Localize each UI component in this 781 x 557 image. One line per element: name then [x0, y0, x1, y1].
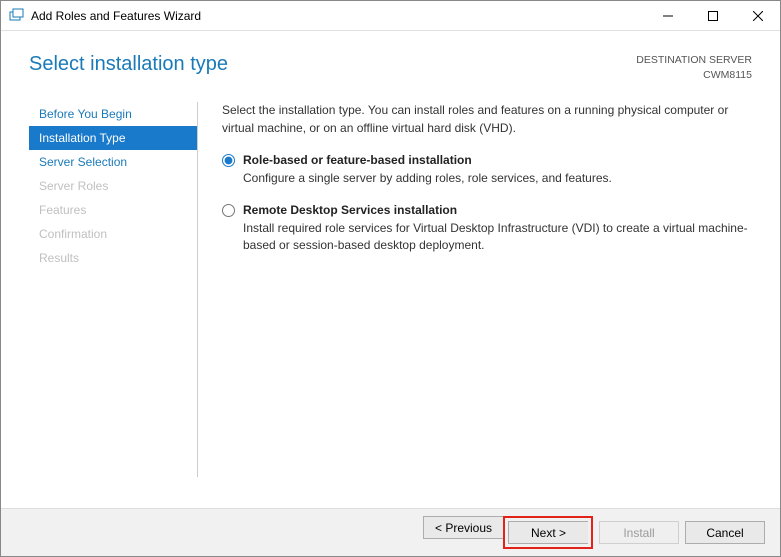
footer-bar: < Previous Next > Install Cancel: [1, 508, 780, 556]
next-button-highlight: Next >: [503, 516, 593, 549]
title-bar: Add Roles and Features Wizard: [1, 1, 780, 31]
destination-label: DESTINATION SERVER: [636, 53, 752, 68]
sidebar-item-server-roles: Server Roles: [29, 174, 197, 198]
page-title: Select installation type: [29, 53, 228, 76]
destination-block: DESTINATION SERVER CWM8115: [636, 53, 752, 82]
sidebar-item-before-you-begin[interactable]: Before You Begin: [29, 102, 197, 126]
destination-server-name: CWM8115: [636, 68, 752, 83]
previous-button[interactable]: < Previous: [423, 516, 503, 539]
minimize-button[interactable]: [645, 1, 690, 30]
option-role-based[interactable]: Role-based or feature-based installation…: [222, 153, 750, 187]
window-title: Add Roles and Features Wizard: [31, 9, 645, 23]
content-area: Before You Begin Installation Type Serve…: [1, 92, 780, 477]
sidebar-item-installation-type[interactable]: Installation Type: [29, 126, 197, 150]
nav-button-group: < Previous Next >: [423, 516, 593, 549]
option-role-based-title: Role-based or feature-based installation: [243, 153, 612, 167]
sidebar-item-server-selection[interactable]: Server Selection: [29, 150, 197, 174]
cancel-button[interactable]: Cancel: [685, 521, 765, 544]
wizard-sidebar: Before You Begin Installation Type Serve…: [29, 92, 197, 477]
sidebar-item-confirmation: Confirmation: [29, 222, 197, 246]
radio-role-based[interactable]: [222, 154, 235, 167]
header-area: Select installation type DESTINATION SER…: [1, 31, 780, 92]
sidebar-item-features: Features: [29, 198, 197, 222]
option-remote-desktop-desc: Install required role services for Virtu…: [243, 220, 750, 254]
next-button[interactable]: Next >: [508, 521, 588, 544]
intro-text: Select the installation type. You can in…: [222, 102, 750, 137]
install-button: Install: [599, 521, 679, 544]
option-role-based-desc: Configure a single server by adding role…: [243, 170, 612, 187]
option-remote-desktop-title: Remote Desktop Services installation: [243, 203, 750, 217]
maximize-button[interactable]: [690, 1, 735, 30]
window-controls: [645, 1, 780, 30]
main-panel: Select the installation type. You can in…: [198, 92, 780, 477]
sidebar-item-results: Results: [29, 246, 197, 270]
option-remote-desktop[interactable]: Remote Desktop Services installation Ins…: [222, 203, 750, 254]
close-button[interactable]: [735, 1, 780, 30]
radio-remote-desktop[interactable]: [222, 204, 235, 217]
app-icon: [9, 8, 25, 24]
